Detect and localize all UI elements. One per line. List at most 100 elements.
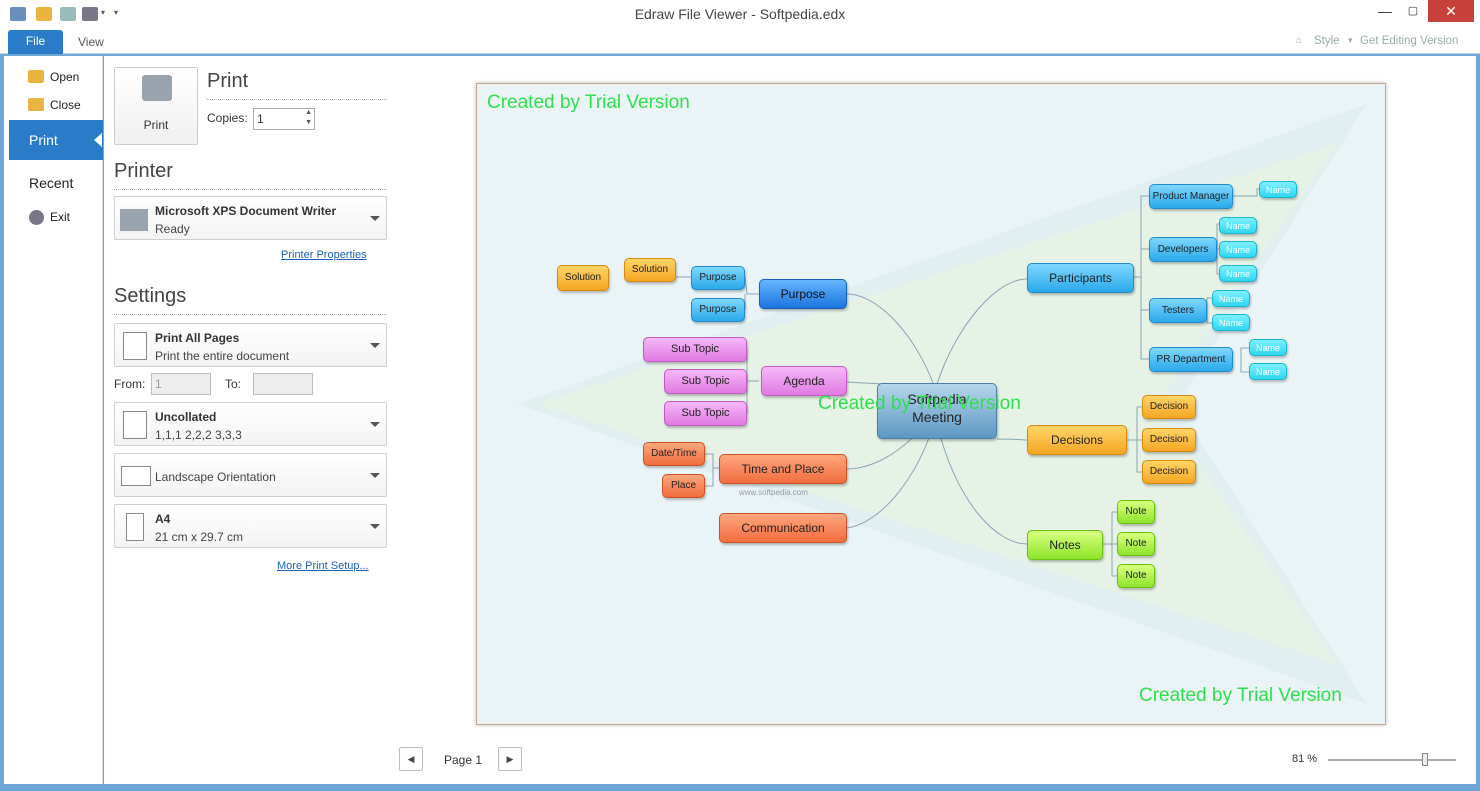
- node-solution[interactable]: Solution: [624, 258, 676, 282]
- print-heading: Print: [207, 70, 249, 92]
- node-label: Note: [1125, 570, 1147, 581]
- minimize-button[interactable]: —: [1372, 0, 1398, 22]
- collation-desc: 1,1,1 2,2,2 3,3,3: [155, 428, 242, 442]
- node-name[interactable]: Name: [1219, 265, 1257, 282]
- from-label: From:: [114, 377, 146, 391]
- node-communication[interactable]: Communication: [719, 513, 847, 543]
- sidebar-item-open[interactable]: Open: [50, 70, 79, 84]
- node-name[interactable]: Name: [1249, 339, 1287, 356]
- sidebar-item-close[interactable]: Close: [50, 98, 81, 112]
- node-label: Purpose: [780, 287, 826, 301]
- node-label: Solution: [631, 264, 669, 275]
- chevron-down-icon: [370, 216, 380, 221]
- node-purpose[interactable]: Purpose: [759, 279, 847, 309]
- node-name[interactable]: Name: [1219, 241, 1257, 258]
- print-button-label: Print: [143, 118, 169, 132]
- node-time-place[interactable]: Time and Place: [719, 454, 847, 484]
- node-label: Sub Topic: [681, 407, 730, 419]
- printer-status: Ready: [155, 222, 190, 236]
- node-note[interactable]: Note: [1117, 564, 1155, 588]
- orientation-select[interactable]: Landscape Orientation: [114, 453, 387, 497]
- copies-value: 1: [257, 112, 264, 126]
- node-product-manager[interactable]: Product Manager: [1149, 184, 1233, 209]
- divider: [114, 314, 387, 315]
- sidebar-item-print[interactable]: Print: [9, 120, 103, 160]
- node-label: Product Manager: [1152, 191, 1230, 202]
- node-name[interactable]: Name: [1259, 181, 1297, 198]
- node-decision[interactable]: Decision: [1142, 460, 1196, 484]
- close-window-button[interactable]: ✕: [1428, 0, 1474, 22]
- printer-properties-link[interactable]: Printer Properties: [281, 249, 367, 261]
- node-note[interactable]: Note: [1117, 532, 1155, 556]
- node-subtopic[interactable]: Sub Topic: [664, 369, 747, 394]
- node-decisions[interactable]: Decisions: [1027, 425, 1127, 455]
- get-editing-version-button[interactable]: Get Editing Version: [1360, 35, 1458, 47]
- style-button[interactable]: Style: [1314, 35, 1340, 47]
- trial-watermark-top: Created by Trial Version: [487, 92, 690, 113]
- node-label: Date/Time: [651, 448, 697, 459]
- node-participants[interactable]: Participants: [1027, 263, 1134, 293]
- node-name[interactable]: Name: [1249, 363, 1287, 380]
- previous-page-button[interactable]: ◀: [399, 747, 423, 771]
- sidebar-item-recent[interactable]: Recent: [29, 175, 73, 191]
- node-label: Decision: [1149, 434, 1189, 445]
- node-label: Decisions: [1050, 433, 1104, 447]
- copies-stepper[interactable]: 1 ▲ ▼: [253, 108, 315, 130]
- sidebar-item-exit[interactable]: Exit: [50, 210, 70, 224]
- node-decision[interactable]: Decision: [1142, 428, 1196, 452]
- node-name[interactable]: Name: [1212, 314, 1250, 331]
- node-note[interactable]: Note: [1117, 500, 1155, 524]
- trial-watermark-bottom: Created by Trial Version: [1139, 685, 1342, 706]
- maximize-button[interactable]: ▢: [1400, 0, 1426, 22]
- stepper-up-icon[interactable]: ▲: [305, 109, 312, 116]
- node-place[interactable]: Place: [662, 474, 705, 498]
- node-label: Agenda: [783, 374, 825, 388]
- print-range-select[interactable]: Print All Pages Print the entire documen…: [114, 323, 387, 367]
- node-label: Notes: [1049, 538, 1081, 552]
- stepper-down-icon[interactable]: ▼: [305, 119, 312, 126]
- more-print-setup-link[interactable]: More Print Setup...: [277, 560, 369, 572]
- from-input[interactable]: 1: [151, 373, 211, 395]
- node-pr-department[interactable]: PR Department: [1149, 347, 1233, 372]
- printer-ready-icon: [120, 209, 148, 231]
- node-developers[interactable]: Developers: [1149, 237, 1217, 262]
- next-page-button[interactable]: ▶: [498, 747, 522, 771]
- node-name[interactable]: Name: [1212, 290, 1250, 307]
- zoom-slider[interactable]: [1328, 759, 1456, 761]
- node-label: Name: [1218, 318, 1243, 328]
- node-agenda[interactable]: Agenda: [761, 366, 847, 396]
- tab-view[interactable]: View: [78, 35, 104, 49]
- tab-file[interactable]: File: [8, 30, 63, 54]
- open-folder-icon: [28, 70, 44, 83]
- collation-select[interactable]: Uncollated 1,1,1 2,2,2 3,3,3: [114, 402, 387, 446]
- node-datetime[interactable]: Date/Time: [643, 442, 705, 466]
- sidebar-item-print-label: Print: [29, 132, 58, 148]
- node-purpose-sub[interactable]: Purpose: [691, 298, 745, 322]
- zoom-level: 81 %: [1292, 753, 1318, 765]
- node-label: Name: [1255, 367, 1280, 377]
- print-range-desc: Print the entire document: [155, 349, 290, 363]
- zoom-slider-thumb[interactable]: [1422, 753, 1429, 766]
- node-subtopic[interactable]: Sub Topic: [664, 401, 747, 426]
- node-solution[interactable]: Solution: [557, 265, 609, 291]
- node-testers[interactable]: Testers: [1149, 298, 1207, 323]
- trial-watermark-center: Created by Trial Version: [818, 393, 1021, 414]
- paper-size-select[interactable]: A4 21 cm x 29.7 cm: [114, 504, 387, 548]
- node-purpose-sub[interactable]: Purpose: [691, 266, 745, 290]
- node-notes[interactable]: Notes: [1027, 530, 1103, 560]
- node-label: Participants: [1049, 271, 1112, 285]
- orientation-value: Landscape Orientation: [155, 470, 276, 484]
- chevron-down-icon: [370, 422, 380, 427]
- node-name[interactable]: Name: [1219, 217, 1257, 234]
- printer-select[interactable]: Microsoft XPS Document Writer Ready: [114, 196, 387, 240]
- node-label: Time and Place: [741, 462, 825, 476]
- print-range-value: Print All Pages: [155, 331, 240, 345]
- chevron-down-icon: [370, 524, 380, 529]
- node-decision[interactable]: Decision: [1142, 395, 1196, 419]
- settings-heading: Settings: [114, 285, 187, 307]
- node-subtopic[interactable]: Sub Topic: [643, 337, 747, 362]
- print-button[interactable]: Print: [114, 67, 198, 145]
- selected-pointer-icon: [94, 133, 102, 147]
- node-label: Place: [670, 480, 696, 491]
- to-input[interactable]: [253, 373, 313, 395]
